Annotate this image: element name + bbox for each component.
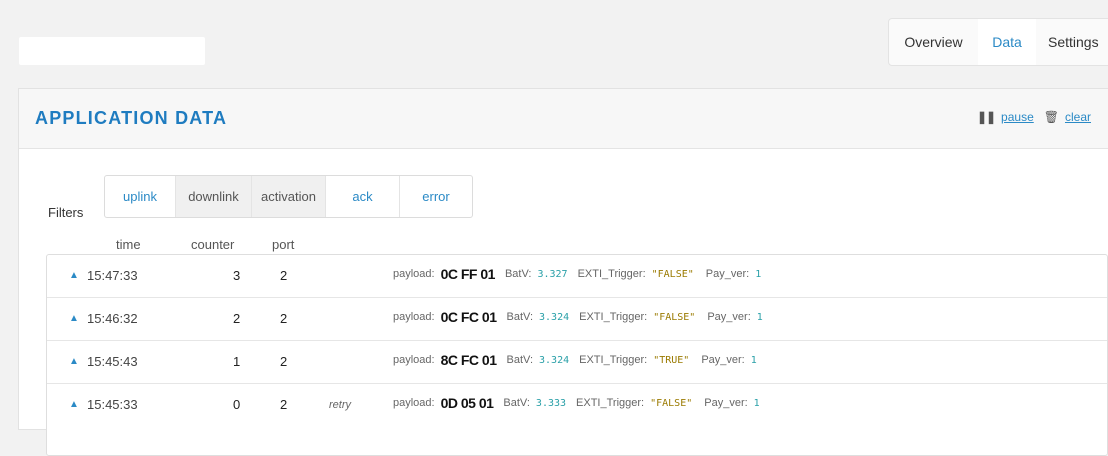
row-counter: 1: [233, 354, 241, 369]
application-data-panel: APPLICATION DATA ❚❚ pause 🗑 clear Filter…: [18, 88, 1108, 456]
exti-trigger-label: EXTI_Trigger:: [579, 311, 648, 323]
row-port: 2: [280, 397, 288, 412]
row-port: 2: [280, 268, 288, 283]
column-header-port: port: [272, 237, 295, 252]
payload-line: payload: 0D 05 01 BatV: 3.333 EXTI_Trigg…: [393, 395, 766, 411]
row-time: 15:47:33: [87, 268, 138, 283]
column-header-time: time: [116, 237, 141, 252]
exti-trigger-value: "FALSE": [650, 397, 693, 409]
uplink-arrow-icon: ▲: [69, 270, 79, 281]
panel-header: APPLICATION DATA ❚❚ pause 🗑 clear: [19, 89, 1108, 149]
filter-activation[interactable]: activation: [252, 176, 326, 217]
filter-uplink[interactable]: uplink: [105, 176, 176, 217]
pay-ver-value: 1: [755, 268, 762, 280]
exti-trigger-label: EXTI_Trigger:: [579, 354, 648, 366]
panel-title: APPLICATION DATA: [35, 108, 228, 128]
row-time: 15:45:43: [87, 354, 138, 369]
row-counter: 0: [233, 397, 241, 412]
row-time: 15:46:32: [87, 311, 138, 326]
row-port: 2: [280, 311, 288, 326]
payload-value: 8C FC 01: [440, 352, 497, 368]
uplink-arrow-icon: ▲: [69, 356, 79, 367]
payload-label: payload:: [393, 311, 435, 323]
table-row[interactable]: ▲ 15:45:33 0 2 retry payload: 0D 05 01 B…: [47, 384, 1107, 426]
header-actions: ❚❚ pause 🗑 clear: [967, 110, 1091, 124]
payload-line: payload: 0C FC 01 BatV: 3.324 EXTI_Trigg…: [393, 309, 769, 325]
pause-icon: ❚❚: [976, 110, 996, 124]
filter-error[interactable]: error: [400, 176, 472, 217]
exti-trigger-value: "FALSE": [653, 311, 696, 323]
exti-trigger-value: "FALSE": [651, 268, 694, 280]
payload-value: 0D 05 01: [440, 395, 494, 411]
tab-data[interactable]: Data: [978, 19, 1036, 65]
filter-group: uplink downlink activation ack error: [104, 175, 473, 218]
table-row[interactable]: ▲ 15:47:33 3 2 payload: 0C FF 01 BatV: 3…: [47, 255, 1107, 298]
payload-value: 0C FC 01: [440, 309, 497, 325]
column-header-counter: counter: [191, 237, 235, 252]
payload-line: payload: 8C FC 01 BatV: 3.324 EXTI_Trigg…: [393, 352, 763, 368]
pay-ver-label: Pay_ver:: [704, 397, 748, 409]
payload-line: payload: 0C FF 01 BatV: 3.327 EXTI_Trigg…: [393, 266, 767, 282]
batv-label: BatV:: [506, 311, 534, 323]
pay-ver-value: 1: [753, 397, 760, 409]
row-counter: 3: [233, 268, 241, 283]
row-port: 2: [280, 354, 288, 369]
pay-ver-label: Pay_ver:: [701, 354, 745, 366]
row-retry: retry: [329, 399, 351, 411]
pay-ver-value: 1: [750, 354, 757, 366]
batv-value: 3.324: [539, 311, 570, 323]
batv-label: BatV:: [506, 354, 534, 366]
pay-ver-label: Pay_ver:: [705, 268, 750, 280]
payload-label: payload:: [393, 397, 435, 409]
payload-label: payload:: [393, 268, 435, 280]
clear-button[interactable]: 🗑 clear: [1044, 110, 1091, 124]
batv-label: BatV:: [503, 397, 530, 409]
data-rows: ▲ 15:47:33 3 2 payload: 0C FF 01 BatV: 3…: [46, 254, 1108, 456]
tab-overview[interactable]: Overview: [889, 19, 978, 65]
filters-label: Filters: [48, 205, 84, 220]
pause-button[interactable]: ❚❚ pause: [977, 110, 1034, 124]
exti-trigger-value: "TRUE": [653, 354, 690, 366]
table-row[interactable]: ▲ 15:46:32 2 2 payload: 0C FC 01 BatV: 3…: [47, 298, 1107, 341]
uplink-arrow-icon: ▲: [69, 313, 79, 324]
section-tabs: Overview Data Settings: [888, 18, 1108, 66]
batv-label: BatV:: [504, 268, 532, 280]
batv-value: 3.333: [535, 397, 567, 409]
pause-label: pause: [1001, 110, 1034, 124]
payload-value: 0C FF 01: [440, 266, 496, 282]
pay-ver-value: 1: [756, 311, 763, 323]
payload-label: payload:: [393, 354, 435, 366]
exti-trigger-label: EXTI_Trigger:: [576, 397, 645, 409]
trash-icon: 🗑: [1043, 110, 1059, 124]
exti-trigger-label: EXTI_Trigger:: [577, 268, 646, 280]
batv-value: 3.327: [537, 268, 568, 280]
row-time: 15:45:33: [87, 397, 138, 412]
pay-ver-label: Pay_ver:: [707, 311, 751, 323]
clear-label: clear: [1064, 110, 1091, 124]
tab-settings[interactable]: Settings: [1036, 19, 1108, 65]
uplink-arrow-icon: ▲: [69, 399, 79, 410]
header-placeholder-bar: [19, 37, 205, 65]
row-counter: 2: [233, 311, 241, 326]
filter-ack[interactable]: ack: [326, 176, 400, 217]
batv-value: 3.324: [539, 354, 570, 366]
table-row[interactable]: ▲ 15:45:43 1 2 payload: 8C FC 01 BatV: 3…: [47, 341, 1107, 384]
filter-downlink[interactable]: downlink: [176, 176, 252, 217]
